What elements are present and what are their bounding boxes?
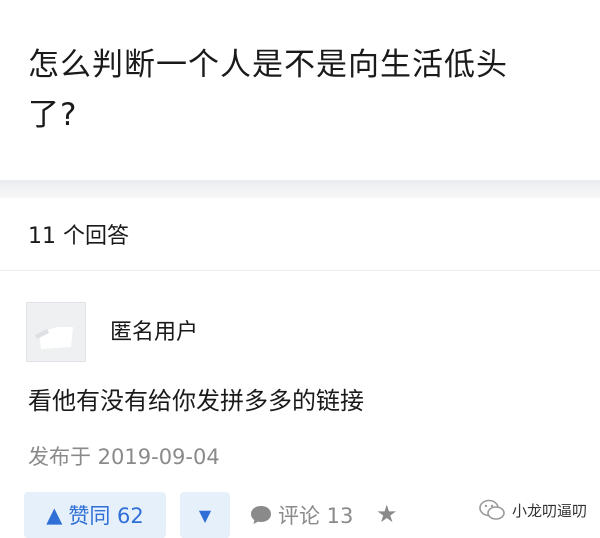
watermark: 小龙叨逼叨: [478, 498, 587, 522]
upvote-button[interactable]: ▲ 赞同 62: [24, 492, 166, 538]
star-icon[interactable]: ★: [376, 500, 398, 528]
comment-label: 评论 13: [278, 504, 354, 528]
triangle-down-icon: ▼: [198, 505, 212, 525]
watermark-text: 小龙叨逼叨: [512, 501, 588, 520]
avatar[interactable]: [26, 302, 86, 362]
question-card: 怎么判断一个人是不是向生活低头了?: [0, 0, 600, 180]
username[interactable]: 匿名用户: [110, 318, 198, 348]
comment-button[interactable]: 评论 13: [250, 500, 353, 530]
upvote-label: 赞同 62: [68, 504, 144, 528]
anonymous-avatar-icon: [27, 303, 85, 361]
downvote-button[interactable]: ▼: [180, 492, 230, 538]
wechat-icon: [479, 499, 505, 520]
question-title: 怎么判断一个人是不是向生活低头了?: [28, 47, 508, 133]
answers-count: 11 个回答: [28, 224, 129, 249]
separator-line: [0, 270, 600, 271]
answer-content: 看他有没有给你发拼多多的链接: [28, 387, 364, 415]
publish-date: 发布于 2019-09-04: [28, 445, 220, 469]
section-divider: [0, 180, 600, 198]
triangle-up-icon: ▲: [46, 503, 63, 527]
comment-bubble-icon: [251, 506, 271, 524]
